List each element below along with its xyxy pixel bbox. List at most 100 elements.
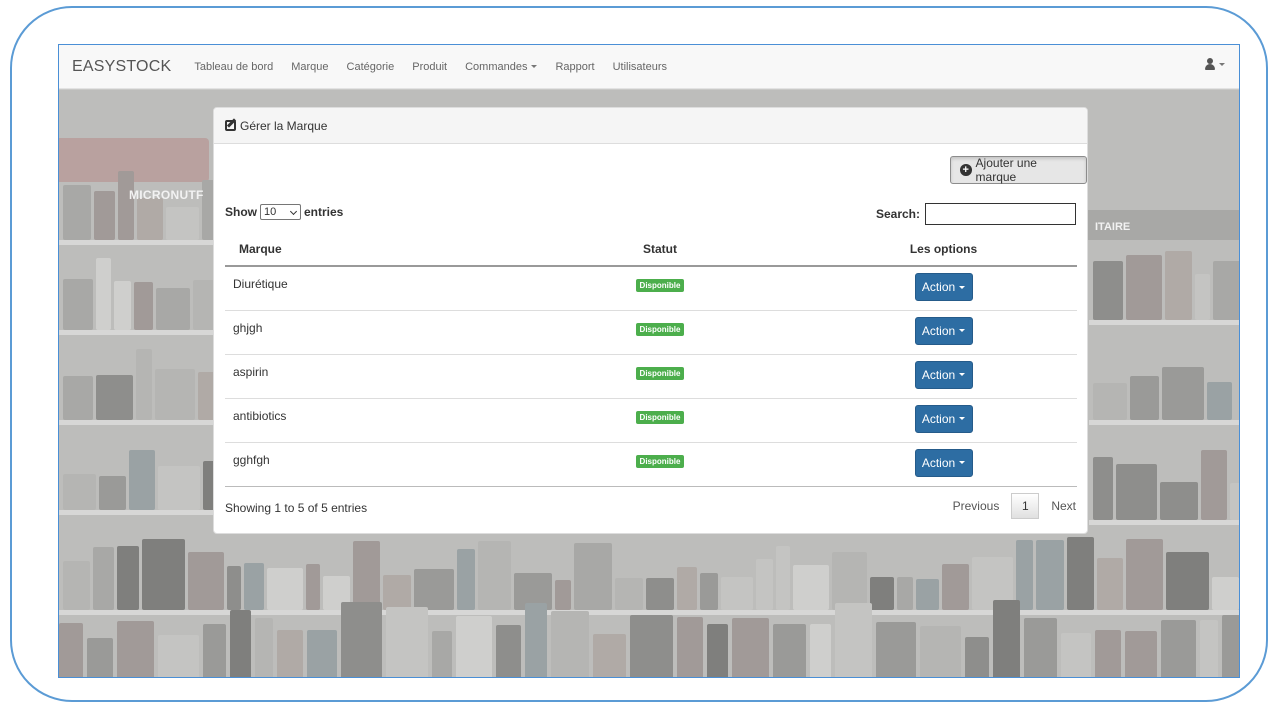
nav-utilisateurs[interactable]: Utilisateurs: [613, 61, 667, 73]
pagination-previous[interactable]: Previous: [953, 499, 1000, 513]
background-product: [876, 622, 916, 677]
search-input[interactable]: [925, 203, 1076, 225]
app-screen: MICRONUTF ITAIRE EASYSTOCK Tableau de bo…: [58, 44, 1240, 678]
status-badge: Disponible: [635, 454, 685, 468]
background-product: [615, 578, 643, 610]
nav-commandes-label: Commandes: [465, 60, 528, 73]
cell-statut: Disponible: [510, 310, 810, 355]
background-product: [203, 624, 226, 677]
nav-rapport[interactable]: Rapport: [555, 61, 594, 73]
user-menu-dropdown[interactable]: [1205, 58, 1225, 70]
background-product: [1207, 382, 1232, 420]
nav-tableau-de-bord[interactable]: Tableau de bord: [194, 61, 273, 73]
background-product: [1213, 261, 1239, 320]
background-product: [1166, 552, 1209, 610]
background-product: [1125, 631, 1157, 677]
background-product: [721, 577, 753, 610]
background-product: [1130, 376, 1159, 420]
top-navbar: EASYSTOCK Tableau de bord Marque Catégor…: [59, 45, 1239, 89]
column-header-statut[interactable]: Statut: [510, 232, 810, 267]
background-product: [1024, 618, 1057, 677]
background-product: [166, 207, 199, 240]
background-product: [93, 547, 114, 610]
background-product: [63, 376, 93, 420]
background-product: [555, 580, 571, 610]
cell-options: Action: [810, 266, 1077, 311]
action-dropdown-button[interactable]: Action: [914, 273, 973, 301]
background-product: [155, 369, 195, 420]
cell-statut: Disponible: [510, 398, 810, 443]
background-product: [551, 611, 589, 677]
background-product: [1097, 558, 1123, 610]
cell-marque: gghfgh: [225, 442, 510, 487]
action-dropdown-button[interactable]: Action: [914, 404, 973, 433]
background-product: [993, 600, 1020, 677]
background-product: [1165, 251, 1192, 320]
pagination-page-1[interactable]: 1: [1011, 493, 1040, 519]
background-product: [1212, 577, 1239, 610]
background-product: [1201, 450, 1227, 520]
background-product: [870, 577, 894, 610]
brand-logo[interactable]: EASYSTOCK: [72, 58, 171, 76]
chevron-down-icon: [959, 285, 966, 289]
background-product: [99, 476, 126, 510]
background-product: [96, 258, 111, 330]
search-control: Search:: [876, 203, 1076, 225]
background-product: [478, 541, 511, 610]
background-product: [255, 618, 273, 677]
background-product: [277, 630, 303, 677]
background-product: [227, 566, 241, 610]
background-product: [158, 466, 200, 510]
background-product: [525, 603, 547, 677]
background-product: [1093, 383, 1127, 420]
cell-options: Action: [810, 354, 1077, 399]
chevron-down-icon: [289, 207, 298, 216]
background-product: [230, 610, 251, 677]
action-dropdown-button[interactable]: Action: [914, 360, 973, 389]
cell-options: Action: [810, 310, 1077, 355]
background-product: [593, 634, 626, 677]
panel-title: Gérer la Marque: [240, 118, 328, 133]
action-dropdown-button[interactable]: Action: [914, 448, 973, 477]
chevron-down-icon: [959, 417, 966, 420]
cell-statut: Disponible: [510, 266, 810, 311]
background-sign: [59, 138, 209, 182]
column-header-options[interactable]: Les options: [810, 232, 1077, 267]
entries-select[interactable]: 10: [260, 204, 301, 220]
add-brand-button[interactable]: + Ajouter une marque: [950, 156, 1087, 184]
edit-icon: [225, 120, 236, 131]
action-label: Action: [921, 411, 956, 426]
background-product: [414, 569, 454, 610]
background-product: [1160, 482, 1198, 520]
background-product: [341, 602, 382, 677]
cell-statut: Disponible: [510, 442, 810, 487]
pagination-next[interactable]: Next: [1051, 499, 1076, 513]
background-product: [1200, 620, 1218, 677]
nav-produit[interactable]: Produit: [412, 61, 447, 73]
background-product: [1095, 630, 1121, 677]
background-product: [1195, 274, 1210, 320]
chevron-down-icon: [959, 373, 966, 376]
background-product: [835, 603, 872, 677]
background-product: [1126, 539, 1163, 610]
column-header-marque[interactable]: Marque: [225, 232, 510, 267]
background-product: [700, 573, 718, 610]
nav-marque[interactable]: Marque: [291, 61, 328, 73]
cell-options: Action: [810, 442, 1077, 487]
background-product: [307, 630, 337, 677]
action-label: Action: [921, 323, 956, 338]
background-shelf: [59, 240, 219, 245]
cell-marque: Diurétique: [225, 266, 510, 311]
background-product: [1093, 261, 1123, 320]
background-product: [1036, 540, 1064, 610]
nav-categorie[interactable]: Catégorie: [347, 61, 395, 73]
action-dropdown-button[interactable]: Action: [914, 316, 973, 345]
status-badge: Disponible: [635, 410, 685, 424]
nav-commandes-dropdown[interactable]: Commandes: [465, 60, 538, 73]
status-badge: Disponible: [635, 366, 685, 380]
background-product: [129, 450, 155, 510]
action-label: Action: [921, 280, 956, 294]
background-product: [59, 623, 83, 677]
background-shelf: [1089, 320, 1239, 325]
add-brand-label: Ajouter une marque: [975, 156, 1037, 184]
